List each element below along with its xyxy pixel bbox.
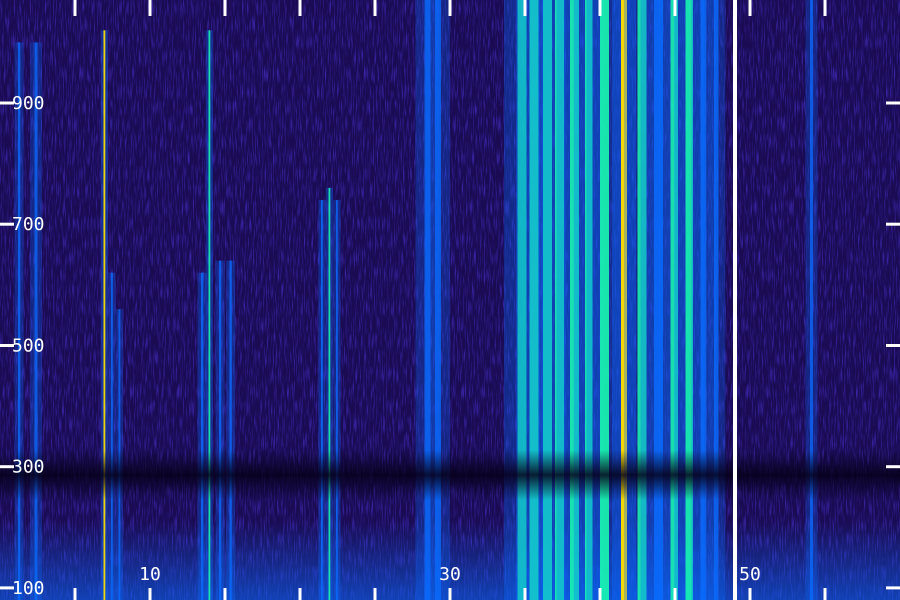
- intensity-column-6: [205, 30, 213, 600]
- x-tick-label: 10: [139, 564, 161, 585]
- intensity-column-11: [333, 200, 341, 600]
- column-core-3: [111, 272, 113, 600]
- intensity-column-10: [325, 187, 333, 600]
- column-core-27: [714, 0, 719, 600]
- column-core-28: [810, 0, 813, 600]
- column-core-26: [700, 0, 707, 600]
- intensity-column-8: [226, 260, 236, 600]
- x-tick-label: 30: [439, 564, 461, 585]
- x-tick-label: 50: [739, 564, 761, 585]
- intensity-column-5: [197, 272, 207, 600]
- y-tick-label: 700: [12, 214, 45, 235]
- column-core-7: [219, 260, 222, 600]
- column-core-13: [435, 0, 441, 600]
- spectrogram-chart: 10 30 50 900 700 500 300 100: [0, 0, 900, 600]
- intensity-column-0: [14, 42, 24, 600]
- y-tick-label: 500: [12, 336, 45, 357]
- column-core-10: [328, 187, 331, 600]
- intensity-column-13: [426, 0, 450, 600]
- intensity-column-7: [215, 260, 225, 600]
- intensity-column-9: [318, 200, 326, 600]
- column-core-1: [34, 42, 38, 600]
- intensity-column-1: [30, 42, 42, 600]
- y-tick-label: 900: [12, 93, 45, 114]
- intensity-column-28: [805, 0, 818, 600]
- y-tick-label: 100: [12, 578, 45, 599]
- intensity-column-27: [707, 0, 726, 600]
- column-core-6: [208, 30, 211, 600]
- column-core-11: [336, 200, 338, 600]
- dark-band: [0, 450, 900, 500]
- intensity-column-3: [108, 272, 116, 600]
- column-core-0: [18, 42, 21, 600]
- intensity-column-2: [100, 30, 108, 600]
- column-core-20: [600, 0, 609, 600]
- column-core-9: [321, 200, 323, 600]
- column-core-8: [229, 260, 232, 600]
- column-core-2: [103, 30, 106, 600]
- y-tick-label: 300: [12, 457, 45, 478]
- column-core-5: [201, 272, 204, 600]
